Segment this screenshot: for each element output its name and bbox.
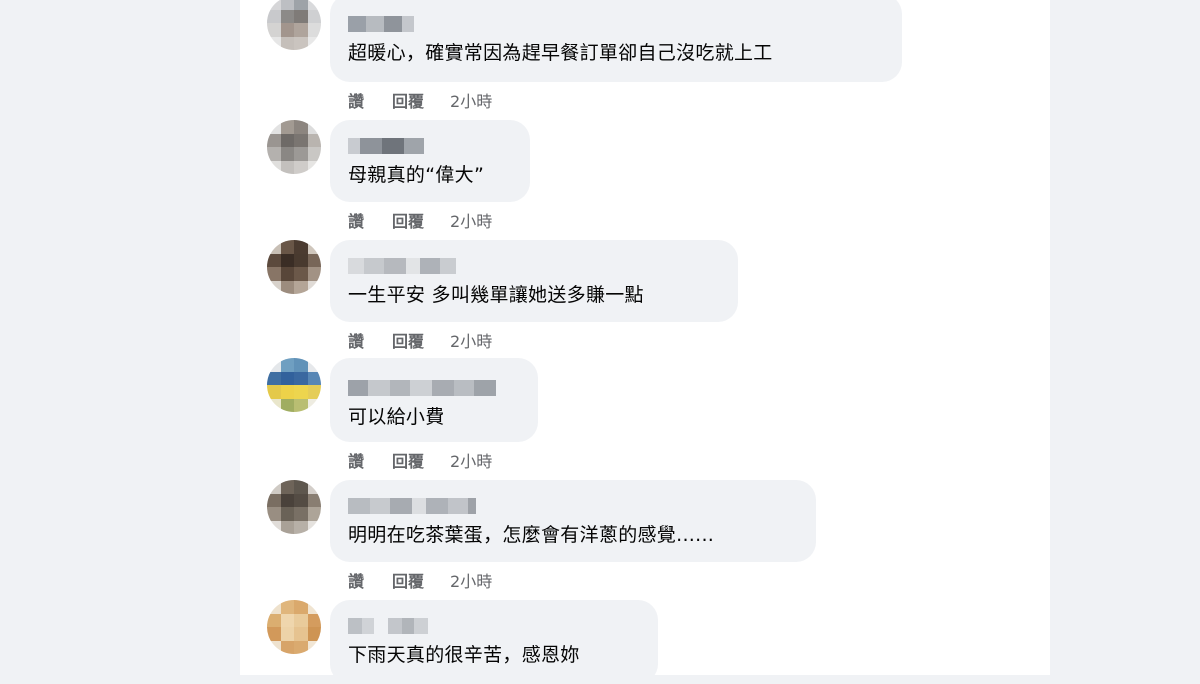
comment-text: 可以給小費 — [348, 406, 445, 428]
comment-text: 下雨天真的很辛苦，感恩妳 — [348, 644, 580, 666]
commenter-name[interactable] — [348, 16, 882, 32]
like-link[interactable]: 讚 — [348, 568, 364, 592]
commenter-name[interactable] — [348, 258, 718, 274]
reply-link[interactable]: 回覆 — [392, 208, 424, 232]
commenter-name[interactable] — [348, 618, 638, 634]
commenter-name[interactable] — [348, 498, 796, 514]
comment-actions: 讚 回覆 2小時 — [348, 448, 492, 472]
comment-actions: 讚 回覆 2小時 — [348, 328, 492, 352]
comment-actions: 讚 回覆 2小時 — [348, 88, 492, 112]
comment-text: 一生平安 多叫幾單讓她送多賺一點 — [348, 284, 644, 306]
avatar[interactable] — [267, 358, 321, 412]
avatar[interactable] — [267, 600, 321, 654]
avatar[interactable] — [267, 0, 321, 50]
commenter-name[interactable] — [348, 380, 518, 396]
avatar[interactable] — [267, 480, 321, 534]
like-link[interactable]: 讚 — [348, 88, 364, 112]
like-link[interactable]: 讚 — [348, 208, 364, 232]
reply-link[interactable]: 回覆 — [392, 568, 424, 592]
comment-actions: 讚 回覆 2小時 — [348, 568, 492, 592]
comments-panel: 超暖心，確實常因為趕早餐訂單卻自己沒吃就上工 讚 回覆 2小時 母親真的“偉大”… — [240, 0, 1050, 684]
timestamp[interactable]: 2小時 — [450, 88, 492, 112]
commenter-name[interactable] — [348, 138, 510, 154]
timestamp[interactable]: 2小時 — [450, 328, 492, 352]
like-link[interactable]: 讚 — [348, 328, 364, 352]
comment-bubble: 超暖心，確實常因為趕早餐訂單卻自己沒吃就上工 — [330, 0, 902, 82]
comment-actions: 讚 回覆 2小時 — [348, 208, 492, 232]
reply-link[interactable]: 回覆 — [392, 328, 424, 352]
like-link[interactable]: 讚 — [348, 448, 364, 472]
reply-link[interactable]: 回覆 — [392, 448, 424, 472]
reply-link[interactable]: 回覆 — [392, 88, 424, 112]
comment-bubble: 下雨天真的很辛苦，感恩妳 — [330, 600, 658, 684]
comment-bubble: 明明在吃茶葉蛋，怎麼會有洋蔥的感覺...... — [330, 480, 816, 562]
timestamp[interactable]: 2小時 — [450, 208, 492, 232]
comment-text: 超暖心，確實常因為趕早餐訂單卻自己沒吃就上工 — [348, 42, 773, 64]
avatar[interactable] — [267, 240, 321, 294]
comment-bubble: 一生平安 多叫幾單讓她送多賺一點 — [330, 240, 738, 322]
timestamp[interactable]: 2小時 — [450, 568, 492, 592]
avatar[interactable] — [267, 120, 321, 174]
timestamp[interactable]: 2小時 — [450, 448, 492, 472]
comment-text: 母親真的“偉大” — [348, 164, 485, 186]
comment-text: 明明在吃茶葉蛋，怎麼會有洋蔥的感覺...... — [348, 524, 715, 546]
comment-bubble: 母親真的“偉大” — [330, 120, 530, 202]
comment-bubble: 可以給小費 — [330, 358, 538, 442]
